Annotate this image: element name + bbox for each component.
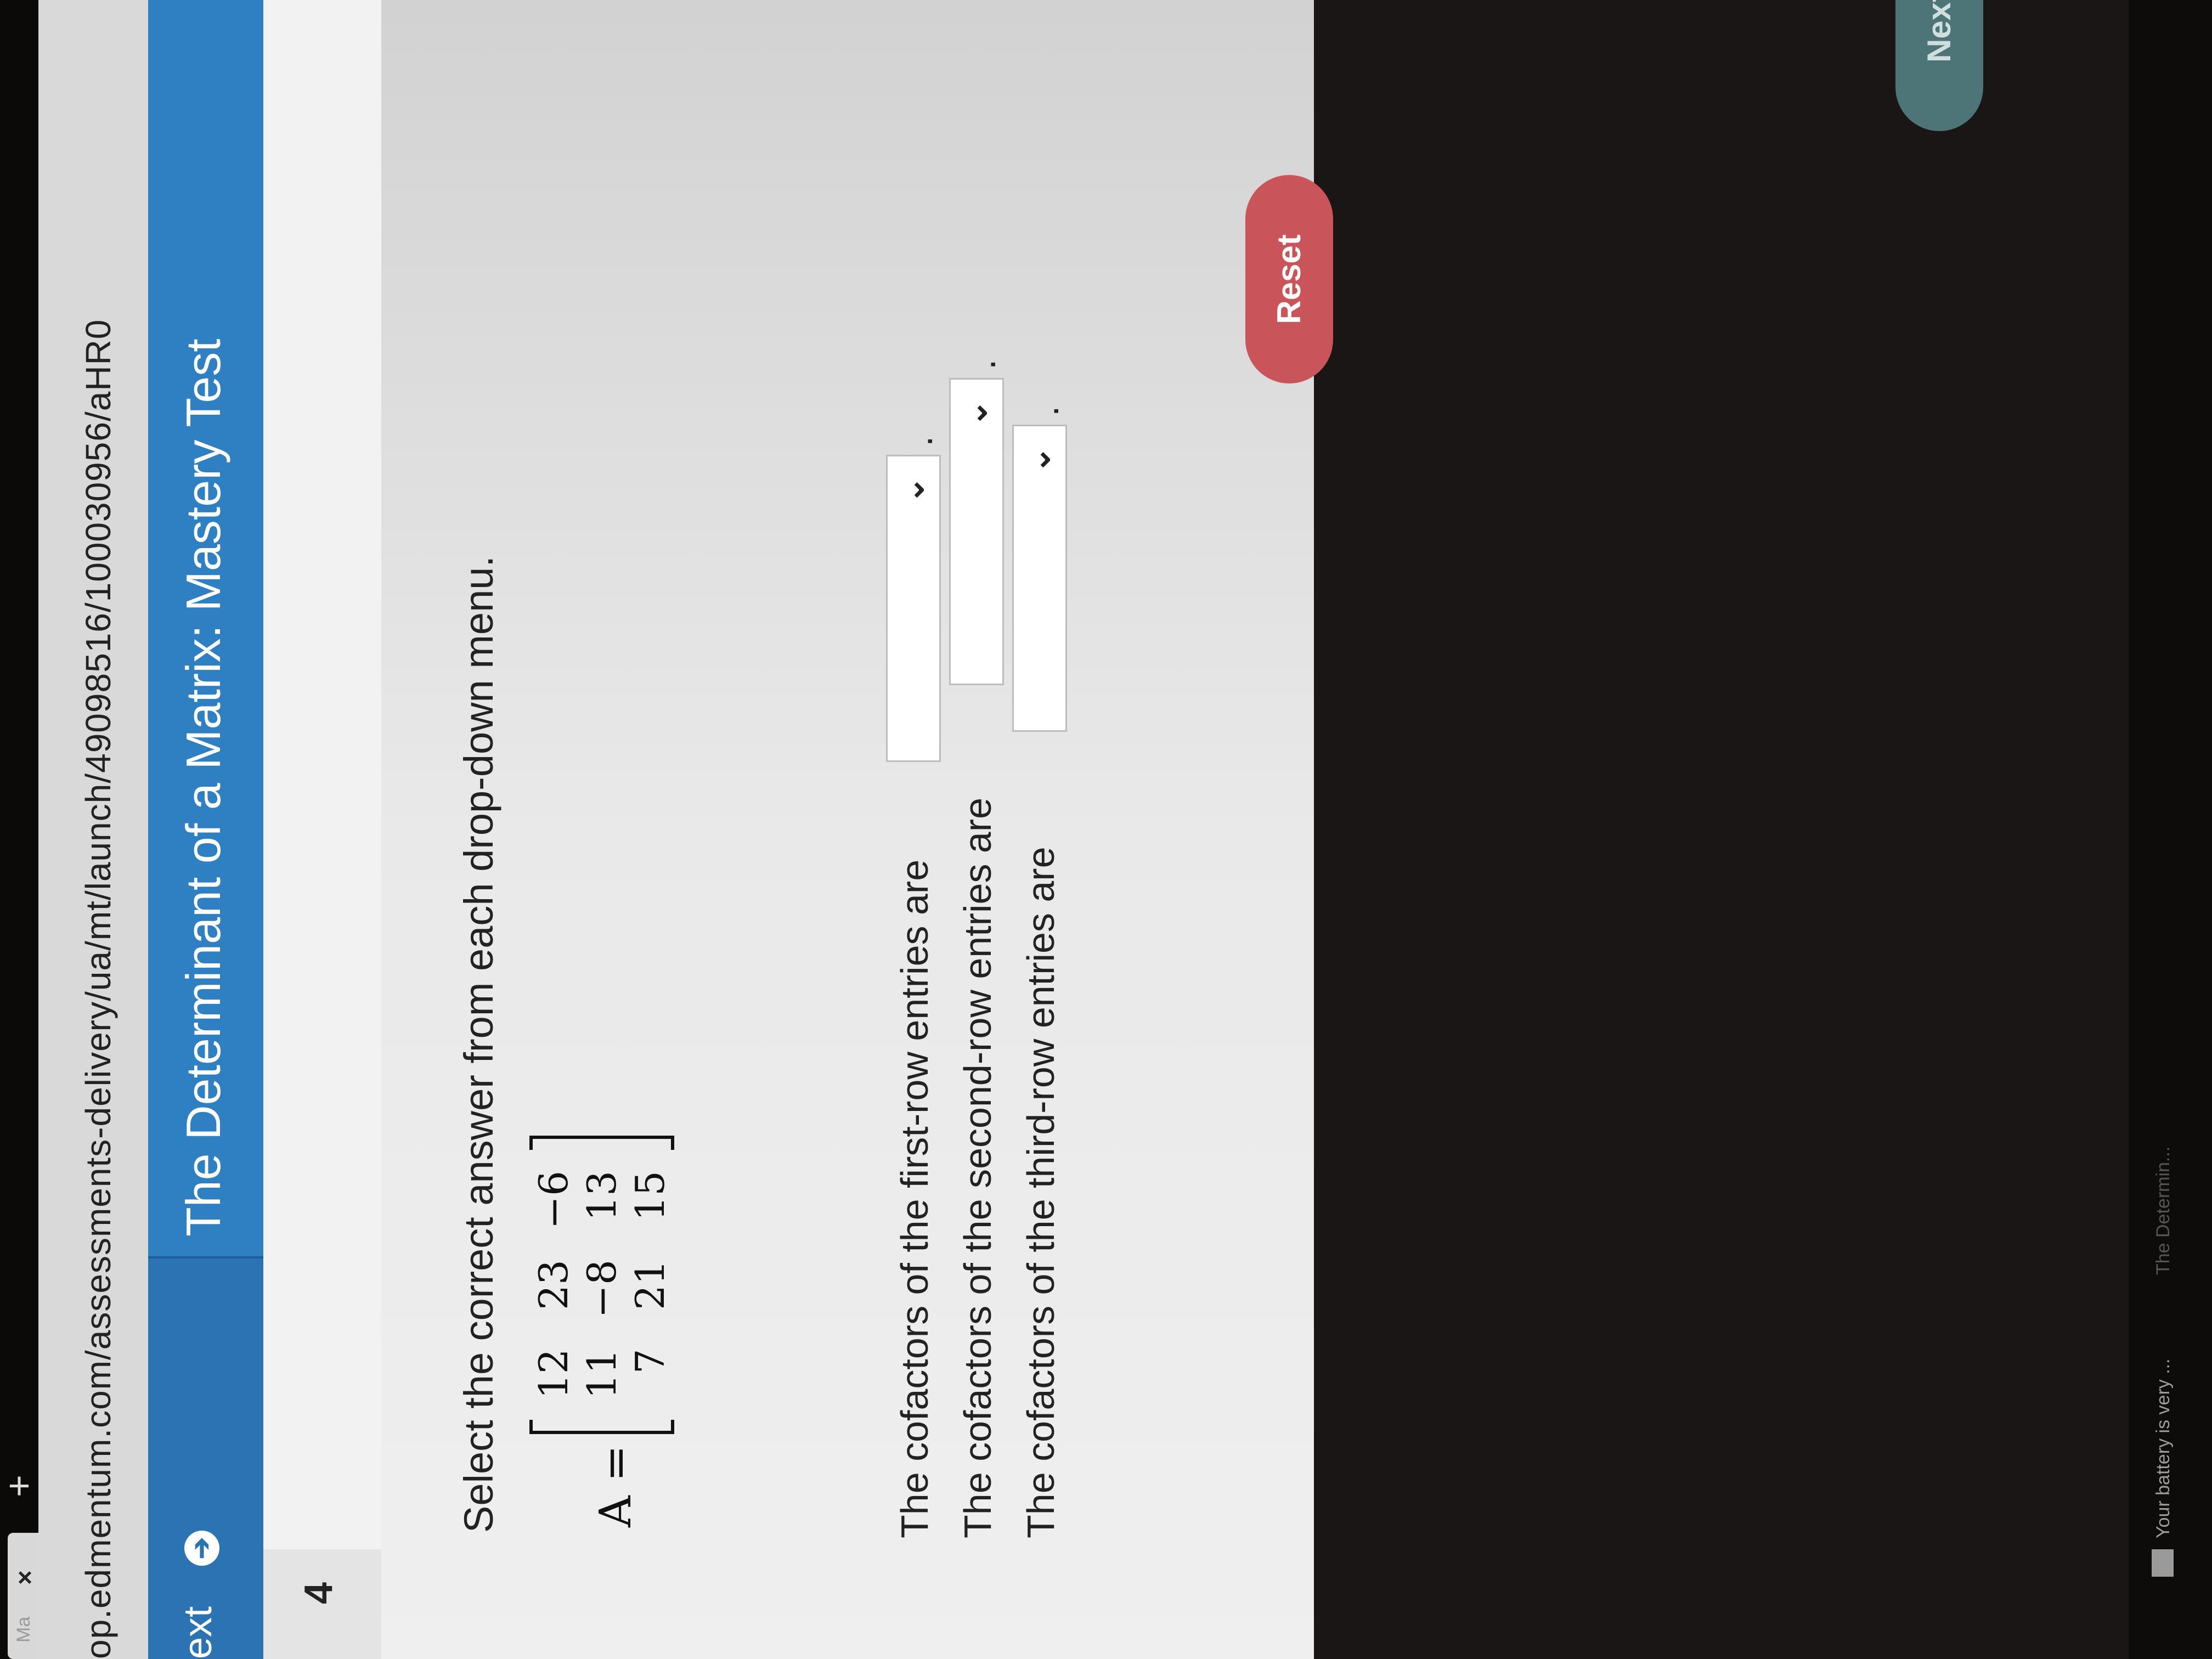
matrix-cell: 13 xyxy=(579,1171,625,1221)
question-content: Select the correct answer from each drop… xyxy=(381,0,1314,1659)
instruction-text: Select the correct answer from each drop… xyxy=(456,556,501,1533)
third-row-dropdown[interactable]: ⌄ xyxy=(1012,425,1067,732)
tab-title: Ma xyxy=(13,1616,34,1643)
question-number: 4 xyxy=(297,1582,341,1604)
third-row-label: The cofactors of the third-row entries a… xyxy=(1019,847,1062,1538)
chevron-down-icon: ⌄ xyxy=(1020,446,1057,474)
new-tab-icon[interactable]: + xyxy=(0,1475,40,1497)
matrix-cell: −8 xyxy=(579,1260,625,1318)
matrix-brackets: 12 23 −6 11 −8 13 7 21 15 xyxy=(529,1136,674,1434)
reset-button[interactable]: Reset xyxy=(1245,175,1333,383)
browser-tab[interactable]: Ma × xyxy=(8,1533,40,1659)
matrix-cell: 12 xyxy=(531,1348,577,1399)
period: . xyxy=(898,436,940,447)
address-bar-area: op.edmentum.com/assessments-delivery/ua/… xyxy=(38,0,148,1659)
question-number-box: 4 xyxy=(263,1549,381,1659)
tab-strip: Ma × + xyxy=(0,0,40,1659)
second-row-label: The cofactors of the second-row entries … xyxy=(956,797,999,1538)
matrix-row: 12 23 −6 xyxy=(529,1155,578,1414)
close-icon[interactable]: × xyxy=(10,1570,40,1585)
second-row-dropdown[interactable]: ⌄ xyxy=(949,378,1004,685)
matrix-cell: 23 xyxy=(531,1260,577,1310)
taskbar: Your battery is very ... The Determin... xyxy=(2129,0,2212,1659)
matrix-cell: 21 xyxy=(627,1260,673,1310)
matrix-label: A = xyxy=(590,1444,641,1527)
arrow-right-icon: ➔ xyxy=(184,1531,219,1566)
page-title: The Determinant of a Matrix: Mastery Tes… xyxy=(176,338,230,1237)
screen: Ma × + op.edmentum.com/assessments-deliv… xyxy=(0,0,2212,1659)
next-nav[interactable]: ext ➔ xyxy=(148,1256,263,1659)
matrix-cell: −6 xyxy=(531,1171,577,1229)
matrix-cell: 7 xyxy=(627,1348,673,1374)
matrix-cell: 15 xyxy=(627,1171,673,1221)
battery-notification[interactable]: Your battery is very ... xyxy=(2153,1358,2174,1538)
chevron-down-icon: ⌄ xyxy=(894,476,930,504)
next-link[interactable]: ext xyxy=(176,1606,221,1659)
url-field[interactable]: op.edmentum.com/assessments-delivery/ua/… xyxy=(78,319,119,1659)
app-header: ext ➔ The Determinant of a Matrix: Maste… xyxy=(148,0,263,1659)
first-row-label: The cofactors of the first-row entries a… xyxy=(893,859,936,1538)
period: . xyxy=(961,359,1003,370)
first-row-dropdown[interactable]: ⌄ xyxy=(886,455,941,762)
next-button[interactable]: Next xyxy=(1895,0,1983,131)
matrix-table: 12 23 −6 11 −8 13 7 21 15 xyxy=(529,1155,674,1414)
battery-icon xyxy=(2152,1549,2174,1577)
chevron-down-icon: ⌄ xyxy=(957,399,994,427)
taskbar-item[interactable]: The Determin... xyxy=(2153,1147,2174,1275)
matrix-row: 7 21 15 xyxy=(626,1155,674,1414)
period: . xyxy=(1024,405,1066,416)
question-number-band: 4 xyxy=(263,0,381,1659)
matrix-cell: 11 xyxy=(579,1348,625,1399)
matrix-row: 11 −8 13 xyxy=(578,1155,626,1414)
